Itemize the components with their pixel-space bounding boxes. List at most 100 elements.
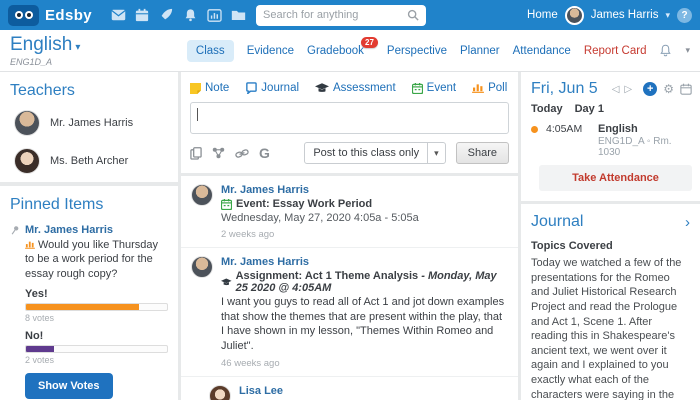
link-icon[interactable]	[235, 148, 249, 159]
journal-button[interactable]: Journal	[245, 82, 299, 94]
poll-question: Would you like Thursday to be a work per…	[25, 239, 159, 280]
take-attendance-button[interactable]: Take Attendance	[539, 165, 692, 191]
chevron-right-icon[interactable]: ›	[685, 214, 690, 231]
feed-item-event[interactable]: Mr. James Harris Event: Essay Work Perio…	[181, 176, 518, 248]
class-name[interactable]: English	[10, 34, 72, 55]
topbar-right: Home James Harris ▾ ?	[527, 5, 692, 25]
post-author-name[interactable]: Mr. James Harris	[221, 184, 508, 196]
poll-option-label: Yes!	[25, 287, 48, 300]
pinned-items-card: Pinned Items Mr. James Harris Would you …	[0, 186, 178, 400]
edsby-logo-icon[interactable]	[8, 4, 39, 26]
poll-button[interactable]: Poll	[472, 82, 507, 94]
mail-icon[interactable]	[106, 9, 130, 21]
prev-day-icon[interactable]: ◁	[612, 84, 620, 95]
calendar-view-icon[interactable]	[680, 83, 692, 95]
chevron-down-icon: ▾	[427, 143, 445, 163]
next-day-icon[interactable]: ▷	[624, 84, 632, 95]
event-button[interactable]: Event	[411, 82, 456, 94]
teacher-name[interactable]: Mr. James Harris	[50, 117, 133, 129]
gradebook-badge: 27	[361, 36, 378, 48]
feed-panel: Note Journal Assessment Event Poll G Pos…	[181, 72, 518, 400]
user-avatar[interactable]	[564, 5, 584, 25]
bell-icon[interactable]	[178, 8, 202, 22]
poll-icon	[25, 240, 35, 249]
owl-eye-icon	[24, 11, 33, 19]
post-body: I want you guys to read all of Act 1 and…	[221, 296, 505, 352]
search-input[interactable]	[263, 9, 408, 21]
search-icon[interactable]	[407, 9, 419, 21]
chevron-down-icon[interactable]: ▾	[685, 45, 690, 56]
show-votes-button[interactable]: Show Votes	[25, 372, 113, 399]
share-network-icon[interactable]	[212, 147, 225, 159]
journal-title[interactable]: Journal	[531, 213, 583, 231]
poll-option: No! 2 votes	[25, 330, 168, 365]
search-box	[256, 4, 427, 26]
share-button[interactable]: Share	[455, 142, 509, 164]
brand-wordmark: Edsby	[45, 6, 93, 24]
teacher-row[interactable]: Mr. James Harris	[0, 106, 178, 144]
poll-author[interactable]: Mr. James Harris	[25, 224, 168, 236]
text-caret	[197, 108, 198, 121]
assessment-icon	[315, 82, 330, 92]
help-icon[interactable]: ?	[677, 7, 692, 23]
today-label[interactable]: Today	[531, 103, 563, 115]
post-author-avatar	[191, 256, 213, 278]
analytics-icon[interactable]	[202, 8, 226, 22]
audience-value: Post to this class only	[313, 147, 420, 159]
post-title[interactable]: Assignment: Act 1 Theme Analysis	[236, 270, 419, 282]
assessment-icon	[221, 278, 232, 285]
note-button[interactable]: Note	[190, 82, 229, 94]
chevron-down-icon[interactable]: ▾	[75, 42, 80, 53]
poll-bar-fill	[26, 345, 55, 352]
schedule-header: Fri, Jun 5 ◁ ▷ + ⚙	[521, 72, 700, 102]
home-link[interactable]: Home	[527, 9, 558, 21]
post-title[interactable]: Event: Essay Work Period	[236, 198, 372, 210]
top-bar: Edsby Home James Harris ▾ ?	[0, 0, 700, 30]
add-event-icon[interactable]: +	[643, 82, 658, 96]
schedule-date[interactable]: Fri, Jun 5	[531, 80, 598, 98]
tab-gradebook[interactable]: Gradebook 27	[307, 36, 378, 57]
user-name[interactable]: James Harris	[591, 9, 659, 21]
attach-file-icon[interactable]	[190, 146, 202, 160]
notifications-bell-icon[interactable]	[659, 44, 672, 57]
rocket-icon[interactable]	[154, 8, 178, 22]
assessment-button[interactable]: Assessment	[315, 82, 396, 94]
calendar-icon[interactable]	[130, 8, 154, 22]
tab-report-card[interactable]: Report Card	[584, 45, 647, 57]
class-code: ENG1D_A	[10, 57, 53, 67]
class-identity: English ▾ ENG1D_A	[10, 34, 80, 67]
gear-icon[interactable]: ⚙	[663, 82, 674, 96]
feed-item-reply[interactable]: Lisa Lee I think one of the largest them…	[181, 377, 518, 400]
teacher-avatar	[14, 148, 40, 174]
folder-icon[interactable]	[226, 9, 250, 21]
tab-attendance[interactable]: Attendance	[513, 45, 571, 57]
tab-class[interactable]: Class	[186, 39, 234, 62]
google-drive-icon[interactable]: G	[259, 145, 270, 161]
reply-author-name[interactable]: Lisa Lee	[239, 385, 508, 397]
schedule-item-meta: ENG1D_A ◦ Rm. 1030	[598, 136, 672, 158]
journal-card: Journal › Topics Covered Today we watche…	[521, 204, 700, 400]
composer-input[interactable]	[190, 102, 509, 134]
owl-eye-icon	[14, 11, 23, 19]
schedule-item-subject[interactable]: English	[598, 123, 690, 135]
chevron-down-icon[interactable]: ▾	[665, 10, 670, 21]
teachers-card: Teachers Mr. James Harris Ms. Beth Arche…	[0, 72, 178, 182]
tab-perspective[interactable]: Perspective	[387, 45, 447, 57]
audience-select[interactable]: Post to this class only ▾	[304, 142, 446, 164]
teacher-name[interactable]: Ms. Beth Archer	[50, 155, 128, 167]
schedule-item-time: 4:05AM	[546, 123, 583, 135]
schedule-subheader: Today Day 1	[521, 102, 700, 121]
schedule-card: Fri, Jun 5 ◁ ▷ + ⚙ Today Day 1 4:05AM En…	[521, 72, 700, 201]
feed-item-assignment[interactable]: Mr. James Harris Assignment: Act 1 Theme…	[181, 248, 518, 378]
main-content: Teachers Mr. James Harris Ms. Beth Arche…	[0, 72, 700, 400]
poll-bar-track	[25, 344, 168, 353]
tab-planner[interactable]: Planner	[460, 45, 500, 57]
post-author-avatar	[191, 184, 213, 206]
schedule-item[interactable]: 4:05AM English ENG1D_A ◦ Rm. 1030	[521, 121, 700, 158]
pin-icon	[10, 225, 20, 399]
composer-card: Note Journal Assessment Event Poll G Pos…	[181, 72, 518, 173]
post-age: 46 weeks ago	[221, 358, 280, 370]
teacher-row[interactable]: Ms. Beth Archer	[0, 144, 178, 182]
tab-evidence[interactable]: Evidence	[247, 45, 294, 57]
post-author-name[interactable]: Mr. James Harris	[221, 256, 508, 268]
